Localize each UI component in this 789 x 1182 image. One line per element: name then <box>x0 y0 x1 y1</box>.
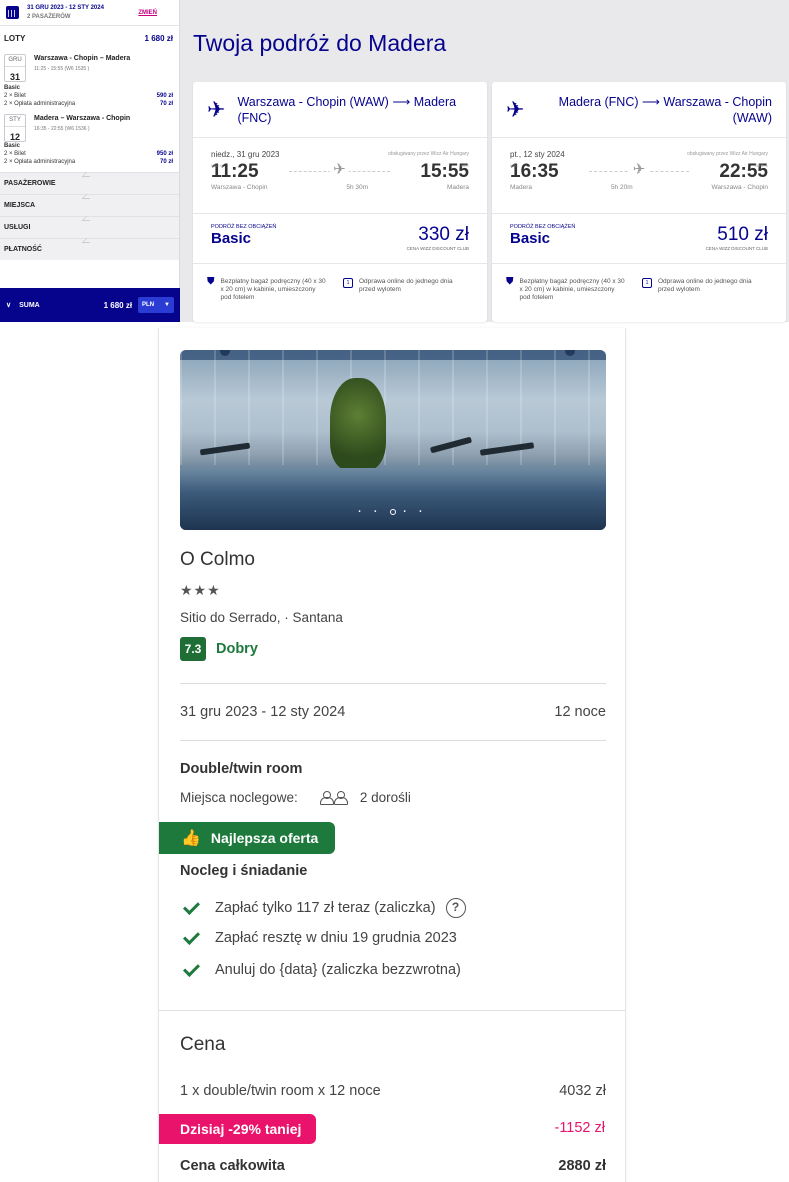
stay-nights: 12 noce <box>554 704 606 720</box>
baggage-info: ⛊ Bezpłatny bagaż podręczny (40 x 30 x 20… <box>506 276 625 302</box>
price-title: Cena <box>180 1034 226 1055</box>
flight-outbound: GRU 31 Warszawa - Chopin – Madera 11:25 … <box>0 50 179 84</box>
flight-time: 16:35 - 22:55 (W6 1536 ) <box>34 126 90 132</box>
currency-select[interactable]: PLN ▼ <box>138 297 174 313</box>
hotel-name[interactable]: O Colmo <box>180 549 255 571</box>
calendar-icon: 1 <box>343 278 353 288</box>
best-offer-badge: 👍 Najlepsza oferta <box>159 822 335 854</box>
page-title: Twoja podróż do Madera <box>193 30 447 56</box>
hotel-rating: 7.3 Dobry <box>180 637 258 661</box>
departure-time: UTC 16:35 <box>510 161 559 182</box>
airplane-icon: ✈ <box>207 96 226 122</box>
feature-remaining: Zapłać resztę w dniu 19 grudnia 2023 <box>183 930 457 946</box>
flight-card-return: ✈ Madera (FNC) ⟶ Warszawa - Chopin (WAW)… <box>492 82 786 322</box>
bag-icon: ⛊ <box>506 276 514 287</box>
fare-name: Basic <box>211 230 252 247</box>
person-icon <box>319 790 348 805</box>
passenger-count: 2 PASAŻERÓW <box>27 13 71 20</box>
stay-dates-row: 31 gru 2023 - 12 sty 2024 12 noce <box>180 704 606 720</box>
fare-price: 510 zł <box>717 224 768 245</box>
airplane-icon: ✈ <box>330 160 349 178</box>
feature-deposit: Zapłać tylko 117 zł teraz (zaliczka) ? <box>183 898 466 918</box>
section-passengers[interactable]: PASAŻEROWIE <box>0 172 179 194</box>
booking-sidebar: 31 GRU 2023 - 12 STY 2024 2 PASAŻERÓW ZM… <box>0 0 180 322</box>
trip-dates: 31 GRU 2023 - 12 STY 2024 <box>27 4 104 11</box>
flight-duration: 5h 30m <box>346 184 369 191</box>
check-icon <box>183 902 201 914</box>
help-icon[interactable]: ? <box>445 898 466 918</box>
bag-icon: ⛊ <box>207 276 215 287</box>
check-icon <box>183 964 201 976</box>
change-link[interactable]: ZMIEŃ <box>138 10 157 16</box>
airplane-icon: ✈ <box>506 96 525 122</box>
sum-total: 1 680 zł <box>103 300 133 310</box>
flight-summary-panel: 31 GRU 2023 - 12 STY 2024 2 PASAŻERÓW ZM… <box>0 0 789 322</box>
fare-breakdown: Basic 2 × Bilet 590 zł 2 × Opłata adminis… <box>4 85 173 107</box>
total-price-row: Cena całkowita 2880 zł <box>180 1158 606 1174</box>
sidebar-header: 31 GRU 2023 - 12 STY 2024 2 PASAŻERÓW ZM… <box>0 0 179 26</box>
flight-route: Madera – Warszawa - Chopin <box>34 115 131 122</box>
sum-bar[interactable]: ∨ SUMA 1 680 zł PLN ▼ <box>0 288 180 322</box>
flight-duration: 5h 20m <box>610 184 633 191</box>
discount-badge: Dzisiaj -29% taniej <box>159 1114 316 1144</box>
arrival-place: Warszawa - Chopin <box>711 184 768 191</box>
fare-name: Basic <box>510 230 551 247</box>
calendar-icon <box>6 6 19 19</box>
airplane-icon: ✈ <box>629 160 649 178</box>
section-payment[interactable]: PŁATNOŚĆ <box>0 238 179 260</box>
board-type: Nocleg i śniadanie <box>180 863 308 879</box>
section-services[interactable]: USŁUGI <box>0 216 179 238</box>
flight-time: 11:25 - 15:55 (W6 1535 ) <box>34 66 90 72</box>
flights-total-row: LOTY 1 680 zł <box>4 33 173 43</box>
caret-down-icon: ▼ <box>164 302 170 308</box>
hotel-photo-carousel[interactable]: • • • • <box>180 350 606 530</box>
checkin-info: 1 Odprawa online do jednego dnia przed wy… <box>642 278 762 302</box>
flight-route: Warszawa - Chopin – Madera <box>34 55 131 62</box>
divider <box>180 740 606 741</box>
arrival-place: Madera <box>446 184 469 191</box>
checkin-info: 1 Odprawa online do jednego dnia przed wy… <box>343 278 463 302</box>
hotel-stars: ★★★ <box>180 582 221 598</box>
discount-value: -1152 zł <box>554 1120 605 1136</box>
rating-badge: 7.3 <box>180 637 206 661</box>
flight-return: STY 12 Madera – Warszawa - Chopin 16:35 … <box>0 108 179 142</box>
hotel-location: Sitio do Serrado, · Santana <box>180 610 343 625</box>
thumbs-up-icon: 👍 <box>181 830 201 847</box>
calendar-icon: 1 <box>642 278 652 288</box>
fare-breakdown: Basic 2 × Bilet 950 zł 2 × Opłata adminis… <box>4 143 173 165</box>
date-box: GRU 31 <box>4 54 26 82</box>
feature-cancel: Anuluj do {data} (zaliczka bezzwrotna) <box>183 962 461 978</box>
hotel-card: • • • • O Colmo ★★★ Sitio do Serrado, · … <box>158 328 626 1182</box>
date-box: STY 12 <box>4 114 26 142</box>
flight-card-outbound: ✈ Warszawa - Chopin (WAW) ⟶ Madera (FNC)… <box>193 82 487 322</box>
beds-row: Miejsca noclegowe: 2 dorośli <box>180 790 411 805</box>
stay-dates: 31 gru 2023 - 12 sty 2024 <box>180 704 346 720</box>
fare-price: 330 zł <box>418 224 469 245</box>
rating-text: Dobry <box>216 641 258 657</box>
flight-route-title: Madera (FNC) ⟶ Warszawa - Chopin (WAW) <box>558 94 772 125</box>
divider <box>159 1010 625 1011</box>
arrival-time: UTC 15:55 <box>420 161 469 182</box>
room-type: Double/twin room <box>180 761 303 777</box>
flight-route-title: Warszawa - Chopin (WAW) ⟶ Madera (FNC) <box>237 94 457 125</box>
departure-time: UTC+1 11:25 <box>211 161 259 182</box>
total-price: 2880 zł <box>558 1158 606 1174</box>
baggage-info: ⛊ Bezpłatny bagaż podręczny (40 x 30 x 20… <box>207 276 326 302</box>
check-icon <box>183 932 201 944</box>
departure-place: Madera <box>510 184 533 191</box>
section-seats[interactable]: MIEJSCA <box>0 194 179 216</box>
price-line: 1 x double/twin room x 12 noce 4032 zł <box>180 1083 606 1099</box>
operator: obsługiwany przez Wizz Air Hungary <box>388 151 469 157</box>
arrival-time: UTC+1 22:55 <box>719 161 768 182</box>
chevron-down-icon: ∨ <box>6 302 12 309</box>
departure-place: Warszawa - Chopin <box>211 184 268 191</box>
divider <box>180 683 606 684</box>
carousel-dots[interactable]: • • • • <box>180 509 606 516</box>
